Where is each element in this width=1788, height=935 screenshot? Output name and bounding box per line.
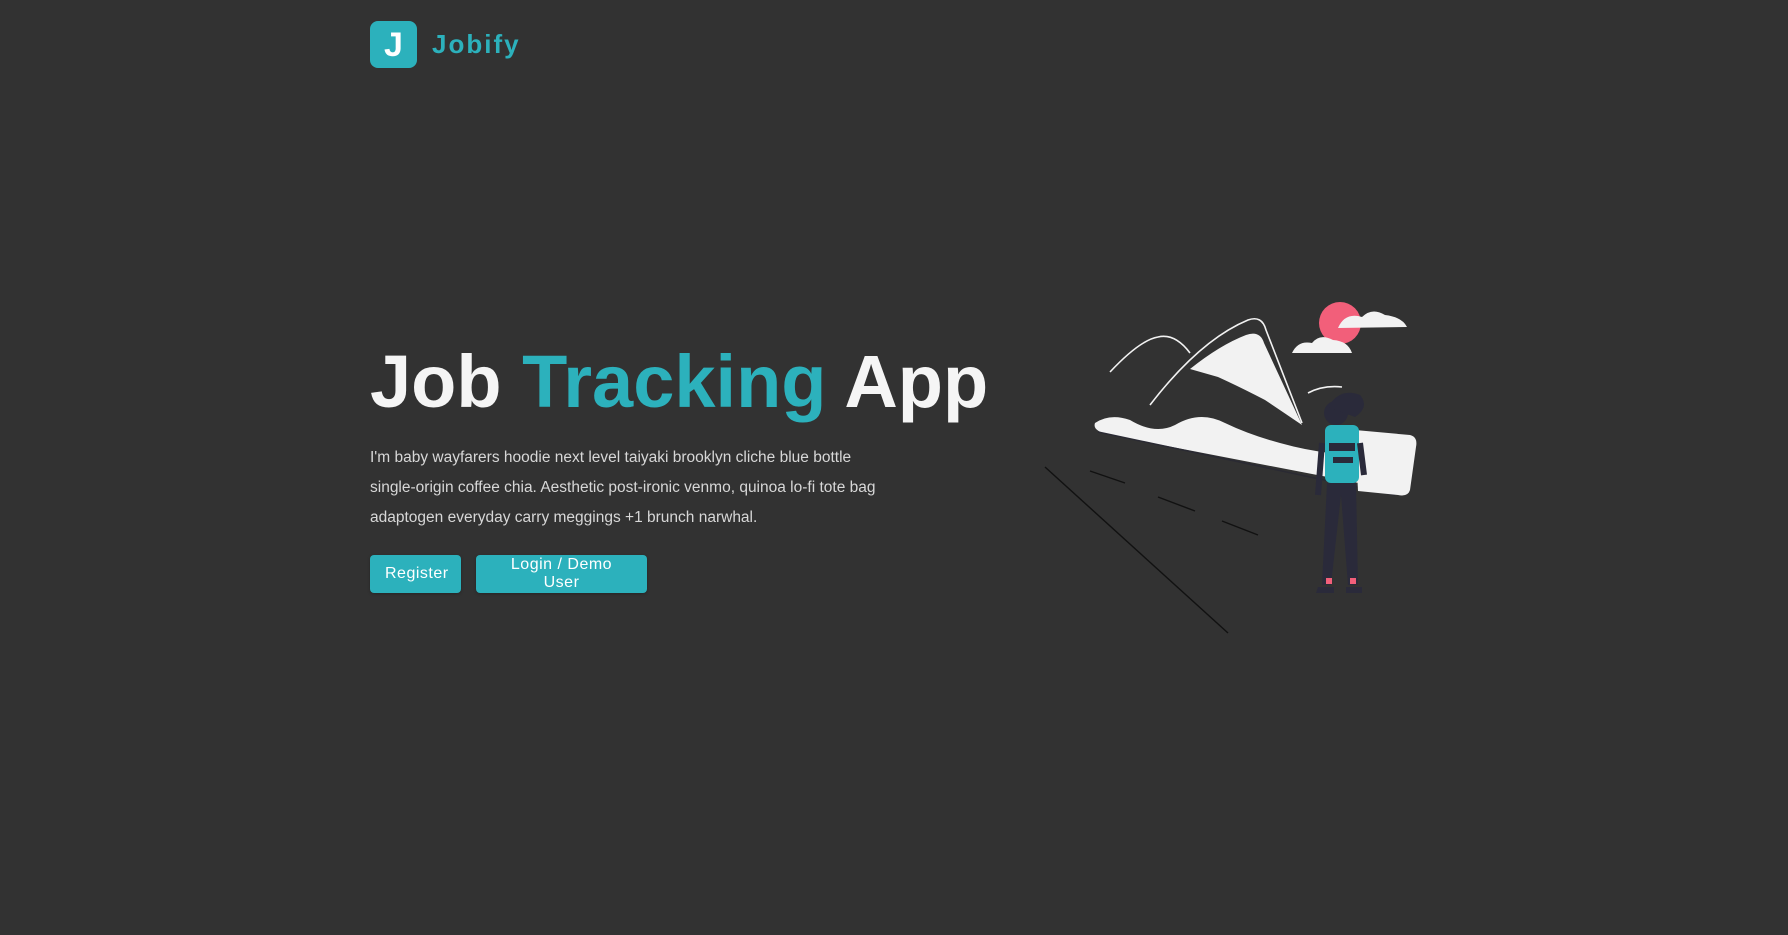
landing-page: J Jobify Job Tracking App I'm baby wayfa… bbox=[0, 0, 1788, 935]
title-part-app: App bbox=[844, 340, 989, 423]
hiker-mountains-illustration bbox=[1044, 302, 1417, 634]
logo-icon: J bbox=[370, 21, 417, 68]
cta-buttons: Register Login / Demo User bbox=[370, 555, 1020, 593]
login-demo-button[interactable]: Login / Demo User bbox=[476, 555, 647, 593]
brand-name: Jobify bbox=[432, 29, 521, 59]
top-nav: J Jobify bbox=[370, 21, 521, 68]
trail-lines bbox=[1044, 466, 1259, 634]
hiker-figure bbox=[1315, 392, 1367, 593]
page-title: Job Tracking App bbox=[370, 345, 1020, 419]
title-part-job: Job bbox=[370, 340, 502, 423]
logo-letter: J bbox=[384, 25, 403, 64]
hero-description: I'm baby wayfarers hoodie next level tai… bbox=[370, 449, 876, 526]
title-part-tracking: Tracking bbox=[522, 340, 827, 423]
hero-section: Job Tracking App I'm baby wayfarers hood… bbox=[370, 345, 1020, 593]
register-button[interactable]: Register bbox=[370, 555, 461, 593]
